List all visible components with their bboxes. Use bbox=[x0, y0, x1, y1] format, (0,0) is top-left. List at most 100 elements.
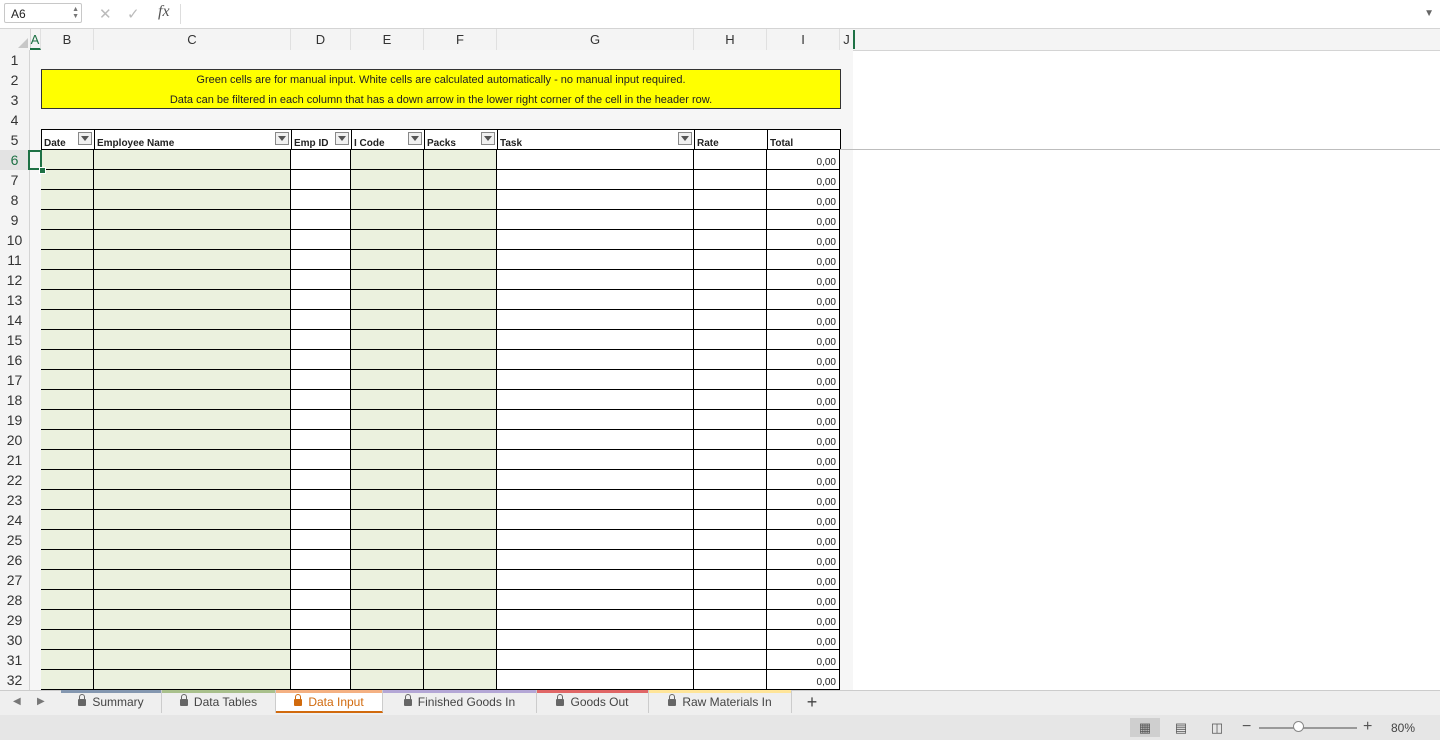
calculated-cell[interactable] bbox=[694, 390, 767, 410]
total-cell[interactable]: 0,00 bbox=[767, 630, 840, 650]
calculated-cell[interactable] bbox=[291, 230, 351, 250]
calculated-cell[interactable] bbox=[694, 490, 767, 510]
calculated-cell[interactable] bbox=[694, 510, 767, 530]
calculated-cell[interactable] bbox=[497, 590, 694, 610]
input-cell[interactable] bbox=[424, 330, 497, 350]
calculated-cell[interactable] bbox=[694, 630, 767, 650]
total-cell[interactable]: 0,00 bbox=[767, 150, 840, 170]
page-break-view-button[interactable]: ◫ bbox=[1202, 718, 1232, 737]
calculated-cell[interactable] bbox=[497, 390, 694, 410]
calculated-cell[interactable] bbox=[497, 570, 694, 590]
row-header[interactable]: 6 bbox=[0, 150, 30, 170]
column-header-f[interactable]: F bbox=[424, 29, 497, 50]
input-cell[interactable] bbox=[94, 590, 291, 610]
input-cell[interactable] bbox=[351, 550, 424, 570]
filter-dropdown-icon[interactable] bbox=[481, 132, 495, 145]
calculated-cell[interactable] bbox=[694, 350, 767, 370]
input-cell[interactable] bbox=[424, 510, 497, 530]
input-cell[interactable] bbox=[94, 450, 291, 470]
calculated-cell[interactable] bbox=[291, 270, 351, 290]
calculated-cell[interactable] bbox=[497, 150, 694, 170]
input-cell[interactable] bbox=[41, 470, 94, 490]
row-header[interactable]: 2 bbox=[0, 70, 30, 90]
input-cell[interactable] bbox=[94, 550, 291, 570]
calculated-cell[interactable] bbox=[291, 170, 351, 190]
calculated-cell[interactable] bbox=[291, 510, 351, 530]
calculated-cell[interactable] bbox=[291, 470, 351, 490]
input-cell[interactable] bbox=[351, 650, 424, 670]
calculated-cell[interactable] bbox=[694, 290, 767, 310]
calculated-cell[interactable] bbox=[497, 250, 694, 270]
calculated-cell[interactable] bbox=[497, 370, 694, 390]
input-cell[interactable] bbox=[351, 450, 424, 470]
row-header[interactable]: 11 bbox=[0, 250, 30, 270]
input-cell[interactable] bbox=[41, 510, 94, 530]
input-cell[interactable] bbox=[41, 250, 94, 270]
input-cell[interactable] bbox=[41, 390, 94, 410]
calculated-cell[interactable] bbox=[497, 330, 694, 350]
total-cell[interactable]: 0,00 bbox=[767, 570, 840, 590]
input-cell[interactable] bbox=[351, 150, 424, 170]
calculated-cell[interactable] bbox=[497, 650, 694, 670]
input-cell[interactable] bbox=[41, 550, 94, 570]
table-header-cell[interactable]: Date bbox=[41, 129, 94, 150]
input-cell[interactable] bbox=[424, 370, 497, 390]
sheet-tab[interactable]: Finished Goods In bbox=[383, 690, 537, 713]
input-cell[interactable] bbox=[41, 630, 94, 650]
input-cell[interactable] bbox=[94, 410, 291, 430]
table-header-cell[interactable]: Employee Name bbox=[94, 129, 291, 150]
calculated-cell[interactable] bbox=[694, 450, 767, 470]
input-cell[interactable] bbox=[41, 670, 94, 690]
table-header-cell[interactable]: Emp ID bbox=[291, 129, 351, 150]
input-cell[interactable] bbox=[94, 470, 291, 490]
input-cell[interactable] bbox=[351, 350, 424, 370]
column-header-d[interactable]: D bbox=[291, 29, 351, 50]
row-header[interactable]: 16 bbox=[0, 350, 30, 370]
input-cell[interactable] bbox=[351, 290, 424, 310]
sheet-tab[interactable]: Summary bbox=[61, 690, 162, 713]
calculated-cell[interactable] bbox=[291, 450, 351, 470]
total-cell[interactable]: 0,00 bbox=[767, 490, 840, 510]
row-header[interactable]: 12 bbox=[0, 270, 30, 290]
input-cell[interactable] bbox=[424, 450, 497, 470]
input-cell[interactable] bbox=[41, 370, 94, 390]
row-header[interactable]: 31 bbox=[0, 650, 30, 670]
calculated-cell[interactable] bbox=[497, 170, 694, 190]
calculated-cell[interactable] bbox=[694, 610, 767, 630]
previous-sheet-icon[interactable]: ◀ bbox=[13, 696, 21, 707]
input-cell[interactable] bbox=[41, 490, 94, 510]
input-cell[interactable] bbox=[424, 410, 497, 430]
column-header-i[interactable]: I bbox=[767, 29, 840, 50]
input-cell[interactable] bbox=[424, 530, 497, 550]
column-header-a[interactable]: A bbox=[30, 29, 41, 50]
calculated-cell[interactable] bbox=[291, 210, 351, 230]
calculated-cell[interactable] bbox=[291, 390, 351, 410]
input-cell[interactable] bbox=[94, 290, 291, 310]
row-header[interactable]: 20 bbox=[0, 430, 30, 450]
calculated-cell[interactable] bbox=[694, 590, 767, 610]
zoom-level[interactable]: 80% bbox=[1391, 721, 1415, 735]
input-cell[interactable] bbox=[41, 330, 94, 350]
input-cell[interactable] bbox=[41, 430, 94, 450]
input-cell[interactable] bbox=[41, 150, 94, 170]
row-header[interactable]: 21 bbox=[0, 450, 30, 470]
calculated-cell[interactable] bbox=[497, 670, 694, 690]
total-cell[interactable]: 0,00 bbox=[767, 390, 840, 410]
input-cell[interactable] bbox=[424, 490, 497, 510]
calculated-cell[interactable] bbox=[291, 370, 351, 390]
input-cell[interactable] bbox=[94, 650, 291, 670]
input-cell[interactable] bbox=[424, 210, 497, 230]
input-cell[interactable] bbox=[424, 150, 497, 170]
calculated-cell[interactable] bbox=[497, 470, 694, 490]
row-header[interactable]: 14 bbox=[0, 310, 30, 330]
input-cell[interactable] bbox=[424, 350, 497, 370]
row-header[interactable]: 15 bbox=[0, 330, 30, 350]
row-header[interactable]: 1 bbox=[0, 50, 30, 70]
close-icon[interactable]: ✕ bbox=[99, 5, 112, 23]
calculated-cell[interactable] bbox=[497, 510, 694, 530]
calculated-cell[interactable] bbox=[497, 290, 694, 310]
zoom-out-button[interactable]: − bbox=[1242, 718, 1251, 736]
input-cell[interactable] bbox=[424, 390, 497, 410]
total-cell[interactable]: 0,00 bbox=[767, 370, 840, 390]
input-cell[interactable] bbox=[41, 650, 94, 670]
